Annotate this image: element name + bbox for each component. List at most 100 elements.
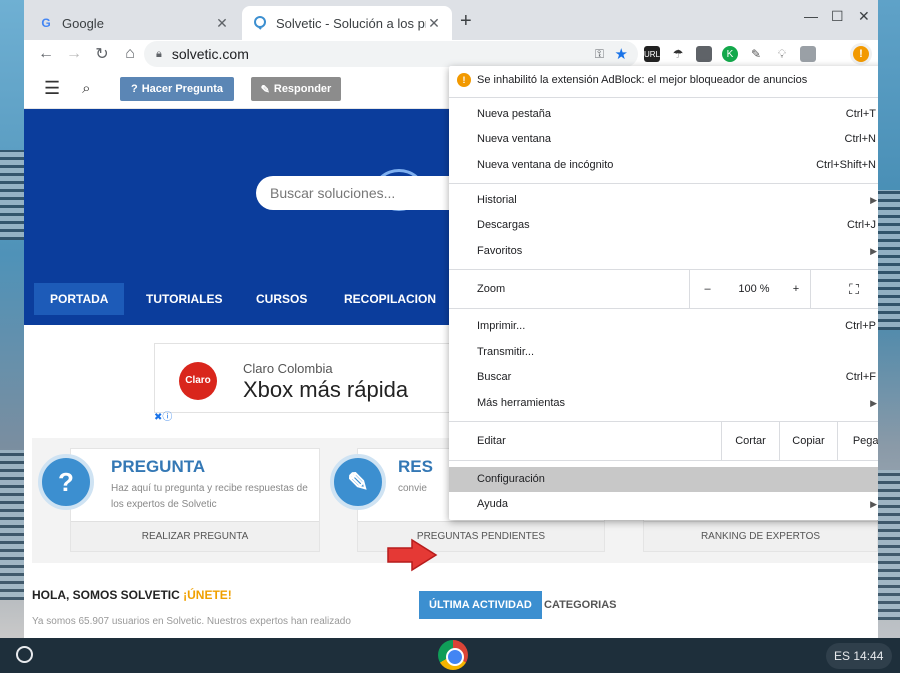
- incognito-extension-icon[interactable]: ☂: [670, 46, 686, 62]
- question-icon: ?: [130, 83, 138, 95]
- lock-icon: 🔒︎: [156, 47, 162, 60]
- menu-label: Nueva ventana de incógnito: [477, 159, 614, 171]
- tab-ultima-actividad[interactable]: ÚLTIMA ACTIVIDAD: [419, 591, 542, 619]
- menu-shortcut: Ctrl+Shift+N: [816, 159, 876, 171]
- zoom-in-button[interactable]: +: [783, 270, 809, 308]
- menu-item-more-tools[interactable]: Más herramientas ▶: [449, 391, 878, 416]
- menu-edit-row: Editar Cortar Copiar Pegar: [449, 422, 878, 460]
- menu-item-incognito[interactable]: Nueva ventana de incógnito Ctrl+Shift+N: [449, 153, 878, 178]
- alert-icon: !: [853, 46, 869, 62]
- adchoices-icon[interactable]: ✖ⓘ: [154, 408, 172, 423]
- advertisement[interactable]: Claro Claro Colombia Xbox más rápida: [154, 343, 454, 413]
- menu-label: Descargas: [477, 219, 530, 231]
- chrome-menu-button[interactable]: !: [850, 43, 872, 65]
- menu-label: Historial: [477, 194, 517, 206]
- menu-item-new-window[interactable]: Nueva ventana Ctrl+N: [449, 127, 878, 152]
- menu-shortcut: Ctrl+N: [844, 133, 876, 145]
- answer-label: Responder: [273, 83, 332, 95]
- ranking-expertos-button[interactable]: RANKING DE EXPERTOS: [644, 521, 877, 551]
- google-icon: G: [41, 16, 51, 30]
- minimize-button[interactable]: —: [804, 8, 818, 24]
- ask-question-button[interactable]: ? Hacer Pregunta: [120, 77, 234, 101]
- os-shelf: ES 14:44: [0, 638, 900, 673]
- join-link[interactable]: ¡ÚNETE!: [183, 588, 232, 602]
- menu-item-downloads[interactable]: Descargas Ctrl+J: [449, 213, 878, 238]
- hamburger-icon[interactable]: ☰: [44, 78, 60, 99]
- status-tray[interactable]: ES 14:44: [826, 643, 892, 669]
- close-tab-icon[interactable]: ✕: [214, 15, 230, 32]
- reload-icon[interactable]: ↻: [88, 44, 116, 64]
- menu-shortcut: Ctrl+J: [846, 219, 876, 231]
- cut-button[interactable]: Cortar: [721, 422, 779, 460]
- menu-zoom-row: Zoom – 100 % + ⛶: [449, 270, 878, 308]
- tab-categorias[interactable]: CATEGORIAS: [534, 591, 627, 619]
- maximize-button[interactable]: ☐: [831, 8, 844, 25]
- zoom-out-button[interactable]: –: [689, 270, 725, 308]
- menu-label: Buscar: [477, 371, 512, 383]
- welcome-text: HOLA, SOMOS SOLVETIC: [32, 588, 184, 602]
- nav-cursos[interactable]: CURSOS: [240, 283, 323, 315]
- home-icon[interactable]: ⌂: [116, 45, 144, 63]
- tab-google[interactable]: G Google ✕: [28, 6, 240, 40]
- nav-portada[interactable]: PORTADA: [34, 283, 125, 315]
- edit-icon: ✎: [260, 83, 270, 96]
- pen-extension-icon[interactable]: ✎: [748, 46, 764, 62]
- menu-label: Ayuda: [477, 498, 508, 510]
- menu-item-print[interactable]: Imprimir... Ctrl+P: [449, 314, 878, 339]
- key-icon[interactable]: ⚿: [595, 47, 604, 62]
- tab-strip: G Google ✕ Solvetic - Solución a los pro…: [24, 0, 878, 40]
- extension-disabled-notice[interactable]: ! Se inhabilitó la extensión AdBlock: el…: [449, 66, 878, 96]
- warning-icon: !: [457, 73, 471, 87]
- desktop-wallpaper-left: [0, 0, 24, 638]
- back-icon[interactable]: ←: [32, 45, 60, 63]
- launcher-icon[interactable]: [16, 646, 33, 663]
- adblock-extension-icon[interactable]: [800, 46, 816, 62]
- tab-solvetic[interactable]: Solvetic - Solución a los problem ✕: [242, 6, 452, 40]
- close-tab-icon[interactable]: ✕: [426, 15, 442, 32]
- menu-item-history[interactable]: Historial ▶: [449, 188, 878, 213]
- star-icon[interactable]: ★: [615, 45, 628, 63]
- tab-title: Solvetic - Solución a los problem: [276, 15, 426, 31]
- browser-toolbar: ← → ↻ ⌂ 🔒︎ solvetic.com ⚿ ★ URL ☂ K ✎ 💡︎…: [24, 40, 878, 68]
- copy-extension-icon[interactable]: [696, 46, 712, 62]
- menu-label: Favoritos: [477, 245, 523, 257]
- search-icon[interactable]: ⌕: [82, 80, 90, 97]
- card-pregunta[interactable]: PREGUNTA Haz aquí tu pregunta y recibe r…: [70, 448, 320, 552]
- claro-logo: Claro: [179, 362, 217, 400]
- menu-shortcut: Ctrl+P: [845, 320, 876, 332]
- answer-button[interactable]: ✎ Responder: [251, 77, 341, 101]
- desktop-wallpaper-right: [878, 0, 900, 638]
- nav-tutoriales[interactable]: TUTORIALES: [130, 283, 238, 315]
- url-extension-icon[interactable]: URL: [644, 46, 660, 62]
- card-description: Haz aquí tu pregunta y recibe respuestas…: [111, 483, 308, 510]
- k-extension-icon[interactable]: K: [722, 46, 738, 62]
- notice-text: Se inhabilitó la extensión AdBlock: el m…: [477, 74, 808, 86]
- menu-item-find[interactable]: Buscar Ctrl+F: [449, 365, 878, 390]
- menu-item-new-tab[interactable]: Nueva pestaña Ctrl+T: [449, 102, 878, 127]
- paste-button[interactable]: Pegar: [837, 422, 878, 460]
- menu-item-settings[interactable]: Configuración: [449, 467, 878, 492]
- nav-recopilacion[interactable]: RECOPILACION: [328, 283, 452, 315]
- tab-title: Google: [62, 15, 104, 31]
- site-search-input[interactable]: Buscar soluciones...: [256, 176, 456, 210]
- fullscreen-icon[interactable]: ⛶: [810, 270, 878, 308]
- card-title: PREGUNTA: [111, 457, 206, 476]
- menu-label: Imprimir...: [477, 320, 526, 332]
- forward-icon[interactable]: →: [60, 45, 88, 63]
- menu-label: Transmitir...: [477, 346, 535, 358]
- bulb-extension-icon[interactable]: 💡︎: [774, 46, 790, 62]
- realizar-pregunta-button[interactable]: REALIZAR PREGUNTA: [71, 521, 319, 551]
- copy-button[interactable]: Copiar: [779, 422, 837, 460]
- close-window-button[interactable]: ✕: [858, 8, 870, 25]
- new-tab-button[interactable]: +: [460, 10, 472, 33]
- submenu-arrow-icon: ▶: [870, 195, 877, 205]
- zoom-label: Zoom: [477, 283, 506, 295]
- menu-item-help[interactable]: Ayuda ▶: [449, 492, 878, 517]
- submenu-arrow-icon: ▶: [870, 246, 877, 256]
- chrome-main-menu: ! Se inhabilitó la extensión AdBlock: el…: [449, 66, 878, 520]
- chrome-icon[interactable]: [438, 640, 468, 670]
- menu-item-bookmarks[interactable]: Favoritos ▶: [449, 239, 878, 264]
- address-bar[interactable]: 🔒︎ solvetic.com ⚿ ★: [144, 41, 638, 67]
- welcome-heading: HOLA, SOMOS SOLVETIC ¡ÚNETE!: [32, 588, 232, 602]
- menu-item-cast[interactable]: Transmitir...: [449, 340, 878, 365]
